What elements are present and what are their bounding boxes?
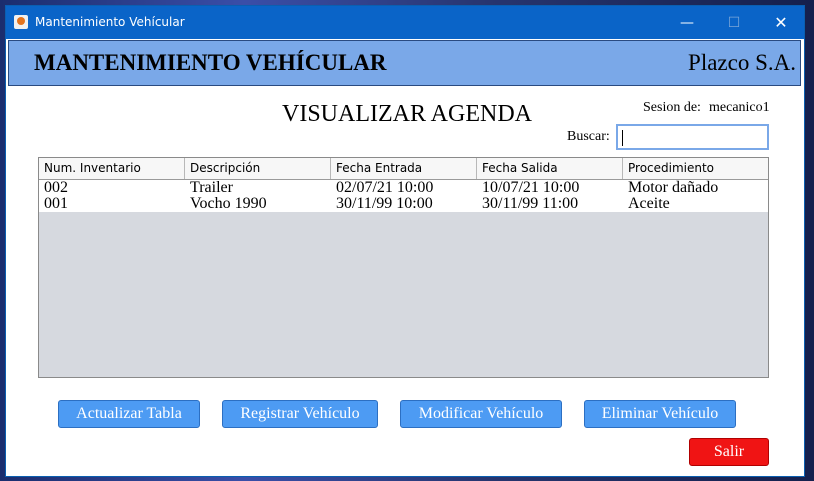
table-body: 002 Trailer 02/07/21 10:00 10/07/21 10:0… [39, 180, 768, 212]
refresh-table-button[interactable]: Actualizar Tabla [58, 400, 200, 428]
window-title: Mantenimiento Vehícular [35, 15, 185, 29]
title-bar[interactable]: Mantenimiento Vehícular — ☐ ✕ [6, 6, 804, 39]
column-header-fecha-entrada[interactable]: Fecha Entrada [331, 158, 477, 179]
header-banner: MANTENIMIENTO VEHÍCULAR Plazco S.A. [8, 40, 801, 86]
column-header-fecha-salida[interactable]: Fecha Salida [477, 158, 623, 179]
cell-fecha-salida: 10/07/21 10:00 [482, 180, 580, 196]
search-input[interactable] [616, 124, 769, 150]
cell-procedimiento: Aceite [628, 196, 670, 212]
column-header-descripcion[interactable]: Descripción [185, 158, 331, 179]
minimize-button[interactable]: — [664, 6, 710, 39]
cell-descripcion: Trailer [190, 180, 233, 196]
java-app-icon [14, 15, 28, 29]
header-title: MANTENIMIENTO VEHÍCULAR [34, 50, 387, 75]
maximize-button[interactable]: ☐ [711, 6, 757, 39]
cell-fecha-entrada: 02/07/21 10:00 [336, 180, 434, 196]
session-user: mecanico1 [709, 100, 770, 115]
text-caret [622, 130, 623, 146]
delete-vehicle-button[interactable]: Eliminar Vehículo [584, 400, 736, 428]
table-row[interactable]: 001 Vocho 1990 30/11/99 10:00 30/11/99 1… [39, 196, 768, 212]
modify-vehicle-button[interactable]: Modificar Vehículo [400, 400, 562, 428]
session-label: Sesion de: [643, 100, 701, 115]
cell-fecha-entrada: 30/11/99 10:00 [336, 196, 433, 212]
table-header: Num. Inventario Descripción Fecha Entrad… [39, 158, 768, 180]
search-label: Buscar: [567, 129, 610, 144]
cell-fecha-salida: 30/11/99 11:00 [482, 196, 579, 212]
register-vehicle-button[interactable]: Registrar Vehículo [222, 400, 378, 428]
agenda-table[interactable]: Num. Inventario Descripción Fecha Entrad… [38, 157, 769, 378]
cell-inventario: 002 [44, 180, 68, 196]
close-button[interactable]: ✕ [758, 6, 804, 39]
column-header-procedimiento[interactable]: Procedimiento [623, 158, 768, 179]
company-name: Plazco S.A. [688, 50, 796, 75]
cell-procedimiento: Motor dañado [628, 180, 719, 196]
exit-button[interactable]: Salir [689, 438, 769, 466]
table-row[interactable]: 002 Trailer 02/07/21 10:00 10/07/21 10:0… [39, 180, 768, 196]
page-title: VISUALIZAR AGENDA [282, 101, 532, 127]
cell-inventario: 001 [44, 196, 68, 212]
column-header-inventario[interactable]: Num. Inventario [39, 158, 185, 179]
cell-descripcion: Vocho 1990 [190, 196, 267, 212]
app-window: Mantenimiento Vehícular — ☐ ✕ MANTENIMIE… [5, 5, 805, 477]
